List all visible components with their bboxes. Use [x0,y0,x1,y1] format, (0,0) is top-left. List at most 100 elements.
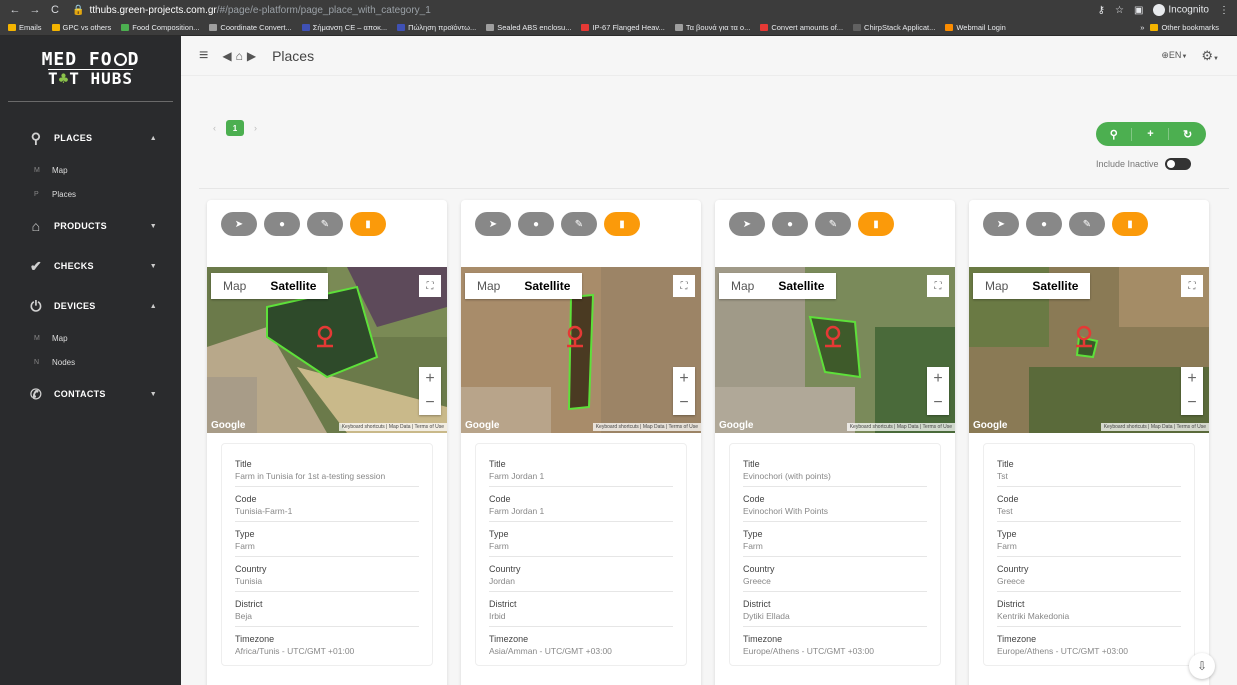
zoom-in-icon[interactable]: + [679,370,688,388]
edit-button[interactable]: ✎ [1069,212,1105,236]
place-map[interactable]: Map Satellite ⛶ + − Google Keyboard shortcuts … [207,267,447,433]
map-attribution[interactable]: Keyboard shortcuts | Map Data | Terms of… [846,423,955,431]
locate-button[interactable]: ● [772,212,808,236]
delete-button[interactable]: ▮ [350,212,386,236]
tab-icon[interactable]: ▣ [1134,5,1143,16]
bookmark-item[interactable]: Σήμανση CE – αποκ... [301,23,387,32]
bookmark-item[interactable]: Food Composition... [121,23,199,32]
back-icon[interactable]: ← [8,4,22,16]
incognito-badge[interactable]: Incognito [1153,4,1209,16]
map-type-satellite[interactable]: Satellite [258,273,328,299]
delete-button[interactable]: ▮ [858,212,894,236]
field-value: Kentriki Makedonia [997,611,1070,621]
add-icon[interactable]: + [1133,128,1169,140]
bookmark-item[interactable]: Πώληση προϊόντω... [397,23,476,32]
forward-circle-icon[interactable]: ▶ [247,49,256,63]
toggle-switch[interactable] [1164,158,1191,170]
language-label: EN [1168,50,1182,60]
settings-menu[interactable]: ⚙▼ [1201,48,1219,64]
bookmark-item[interactable]: ChirpStack Applicat... [853,23,935,32]
sidebar-subitem-map[interactable]: M Map [0,326,181,350]
bookmark-item[interactable]: GPC vs others [51,23,111,32]
scroll-down-button[interactable]: ⇩ [1189,653,1215,679]
bookmark-item[interactable]: Emails [8,23,42,32]
field-value: Tst [997,471,1008,481]
other-bookmarks[interactable]: Other bookmarks [1150,23,1219,32]
sidebar-item-contacts[interactable]: ✆ CONTACTS ▼ [0,374,181,414]
edit-button[interactable]: ✎ [815,212,851,236]
navigate-button[interactable]: ➤ [475,212,511,236]
app-logo[interactable]: MED FO D T♣T HUBS [8,36,173,102]
map-attribution[interactable]: Keyboard shortcuts | Map Data | Terms of… [592,423,701,431]
navigate-button[interactable]: ➤ [221,212,257,236]
pager-prev[interactable]: ‹ [213,123,216,133]
reload-icon[interactable]: C [48,4,62,16]
zoom-out-icon[interactable]: − [933,394,942,412]
zoom-out-icon[interactable]: − [425,394,434,412]
bookmark-item[interactable]: Webmail Login [945,23,1006,32]
include-inactive-toggle[interactable]: Include Inactive [1096,158,1191,170]
bookmark-item[interactable]: IP-67 Flanged Heav... [581,23,665,32]
map-type-map[interactable]: Map [719,273,766,299]
place-map[interactable]: Map Satellite ⛶ + − Google Keyboard shortcuts … [715,267,955,433]
chevron-down-icon: ▼ [1181,54,1188,60]
sidebar-item-devices[interactable]: ⏻ DEVICES ▲ [0,286,181,326]
map-attribution[interactable]: Keyboard shortcuts | Map Data | Terms of… [1100,423,1209,431]
hamburger-icon[interactable]: ≡ [199,47,208,65]
pager-page-current[interactable]: 1 [226,120,244,136]
map-type-satellite[interactable]: Satellite [512,273,582,299]
fullscreen-icon[interactable]: ⛶ [419,275,441,297]
zoom-out-icon[interactable]: − [1187,394,1196,412]
zoom-in-icon[interactable]: + [933,370,942,388]
map-pin-icon: ● [532,218,540,230]
edit-button[interactable]: ✎ [307,212,343,236]
refresh-icon[interactable]: ↻ [1170,128,1206,141]
fullscreen-icon[interactable]: ⛶ [927,275,949,297]
map-type-map[interactable]: Map [211,273,258,299]
sidebar-subitem-nodes[interactable]: N Nodes [0,350,181,374]
bookmark-item[interactable]: Coordinate Convert... [209,23,292,32]
sidebar-item-checks[interactable]: ✔ CHECKS ▼ [0,246,181,286]
map-type-satellite[interactable]: Satellite [766,273,836,299]
phone-icon: ✆ [29,385,43,402]
place-card: ➤ ● ✎ ▮ Map Satellite ⛶ + − Google Keyboard shortc… [207,200,447,685]
navigate-button[interactable]: ➤ [983,212,1019,236]
delete-button[interactable]: ▮ [1112,212,1148,236]
star-icon[interactable]: ☆ [1115,5,1124,16]
navigate-button[interactable]: ➤ [729,212,765,236]
bookmark-item[interactable]: Τα βουνά για τα ο... [674,23,751,32]
pager-next[interactable]: › [254,123,257,133]
map-type-map[interactable]: Map [973,273,1020,299]
map-type-satellite[interactable]: Satellite [1020,273,1090,299]
bookmark-label: Τα βουνά για τα ο... [685,23,751,32]
bookmark-item[interactable]: Convert amounts of... [760,23,843,32]
language-selector[interactable]: ⊕EN▼ [1161,50,1187,61]
bookmark-item[interactable]: Sealed ABS enclosu... [486,23,571,32]
home-icon[interactable]: ⌂ [236,49,243,63]
locate-button[interactable]: ● [1026,212,1062,236]
locate-button[interactable]: ● [518,212,554,236]
place-map[interactable]: Map Satellite ⛶ + − Google Keyboard shortcuts … [461,267,701,433]
url-field[interactable]: 🔒 tthubs.green-projects.com.gr /#/page/e… [72,5,431,16]
locate-button[interactable]: ● [264,212,300,236]
sidebar-subitem-map[interactable]: M Map [0,158,181,182]
back-circle-icon[interactable]: ◀ [222,49,231,63]
map-type-map[interactable]: Map [465,273,512,299]
delete-button[interactable]: ▮ [604,212,640,236]
sidebar-item-places[interactable]: ⚲ PLACES ▲ [0,118,181,158]
zoom-in-icon[interactable]: + [1187,370,1196,388]
zoom-in-icon[interactable]: + [425,370,434,388]
sidebar-item-products[interactable]: ⌂ PRODUCTS ▼ [0,206,181,246]
menu-dots-icon[interactable]: ⋮ [1219,5,1229,16]
edit-button[interactable]: ✎ [561,212,597,236]
sidebar-subitem-places[interactable]: P Places [0,182,181,206]
search-icon[interactable]: ⚲ [1096,127,1133,141]
map-attribution[interactable]: Keyboard shortcuts | Map Data | Terms of… [338,423,447,431]
zoom-out-icon[interactable]: − [679,394,688,412]
forward-icon[interactable]: → [28,4,42,16]
key-icon[interactable]: ⚷ [1098,5,1105,16]
place-map[interactable]: Map Satellite ⛶ + − Google Keyboard shortcuts … [969,267,1209,433]
fullscreen-icon[interactable]: ⛶ [673,275,695,297]
fullscreen-icon[interactable]: ⛶ [1181,275,1203,297]
bookmarks-more[interactable]: » [1140,23,1144,32]
